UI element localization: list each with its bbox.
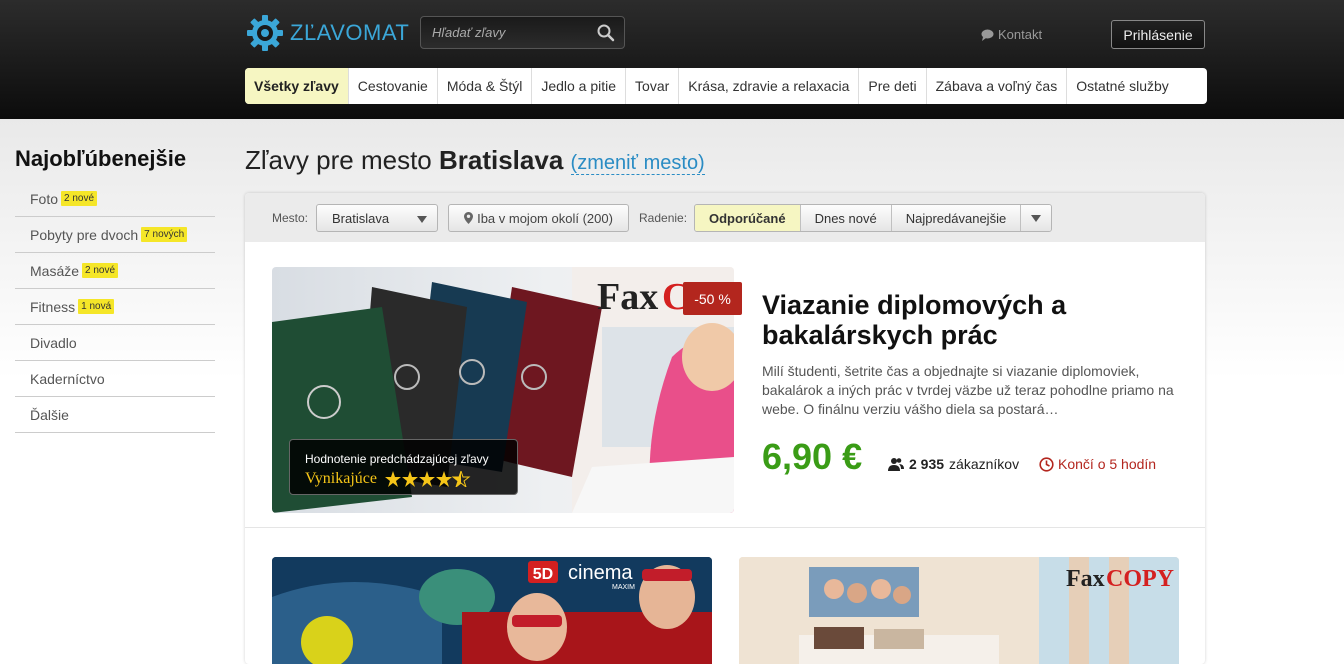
new-count-badge: 2 nové bbox=[61, 191, 98, 206]
nearby-filter-label: Iba v mojom okolí (200) bbox=[477, 210, 613, 226]
sidebar-item-kadernictvo[interactable]: Kaderníctvo bbox=[15, 361, 215, 397]
deal-countdown: Končí o 5 hodín bbox=[1039, 456, 1156, 472]
cinema-logo-text: cinema bbox=[568, 562, 633, 584]
sidebar-item-foto[interactable]: Foto 2 nové bbox=[15, 181, 215, 217]
nav-item-fashion[interactable]: Móda & Štýl bbox=[438, 68, 533, 104]
logo-text: ZĽAVOMAT bbox=[290, 20, 410, 45]
photo-print-illustration: Fax COPY bbox=[739, 557, 1179, 664]
contact-label: Kontakt bbox=[998, 27, 1043, 42]
cinema-deal-illustration: 5D cinema MAXIM bbox=[272, 557, 712, 664]
sidebar-title: Najobľúbenejšie bbox=[15, 146, 187, 171]
nav-item-all[interactable]: Všetky zľavy bbox=[245, 68, 349, 104]
deal-card-cinema[interactable]: 5D cinema MAXIM bbox=[272, 557, 712, 664]
sidebar-item-label: Divadlo bbox=[30, 334, 77, 351]
cinema-logo-5d: 5D bbox=[533, 566, 553, 583]
login-button[interactable]: Prihlásenie bbox=[1111, 20, 1205, 49]
rating-label: Vynikajúce bbox=[305, 470, 377, 487]
city-filter-label: Mesto: bbox=[272, 211, 309, 225]
sort-recommended[interactable]: Odporúčané bbox=[695, 205, 801, 231]
category-nav: Všetky zľavy Cestovanie Móda & Štýl Jedl… bbox=[245, 68, 1207, 104]
sidebar-item-label: Fitness bbox=[30, 298, 76, 315]
chevron-down-icon bbox=[417, 216, 427, 223]
new-count-badge: 2 nové bbox=[82, 263, 119, 278]
sidebar-item-label: Ďalšie bbox=[30, 406, 69, 423]
page-title-prefix: Zľavy pre mesto bbox=[245, 145, 432, 175]
clock-icon bbox=[1039, 456, 1054, 472]
page-title-city: Bratislava bbox=[438, 145, 564, 175]
faxcopy-logo-fax: Fax bbox=[1066, 566, 1105, 592]
customers-count: 2 935 zákazníkov bbox=[888, 456, 1019, 472]
nav-item-food[interactable]: Jedlo a pitie bbox=[532, 68, 627, 104]
location-pin-icon bbox=[464, 212, 474, 224]
sidebar-item-label: Foto bbox=[30, 190, 59, 207]
sort-more-dropdown[interactable] bbox=[1021, 205, 1052, 231]
search-input[interactable] bbox=[421, 17, 591, 48]
nav-item-goods[interactable]: Tovar bbox=[626, 68, 680, 104]
search-icon[interactable] bbox=[596, 23, 616, 43]
users-icon bbox=[888, 458, 904, 471]
rating-box: Hodnotenie predchádzajúcej zľavy Vynikaj… bbox=[289, 439, 518, 495]
deal-description: Milí študenti, šetrite čas a objednajte … bbox=[762, 363, 1174, 417]
divider bbox=[245, 527, 1205, 528]
sort-label: Radenie: bbox=[639, 211, 688, 225]
discount-badge: -50 % bbox=[683, 282, 742, 315]
site-logo[interactable]: ZĽAVOMAT bbox=[246, 14, 409, 52]
deal-title[interactable]: Viazanie diplomových a bakalárskych prác bbox=[762, 290, 1162, 350]
sort-bestselling[interactable]: Najpredávanejšie bbox=[891, 205, 1022, 231]
change-city-link[interactable]: (zmeniť mesto) bbox=[570, 152, 705, 175]
new-count-badge: 7 nových bbox=[141, 227, 188, 242]
new-count-badge: 1 nová bbox=[78, 299, 115, 314]
countdown-label: Končí o 5 hodín bbox=[1058, 456, 1157, 472]
nearby-filter-button[interactable]: Iba v mojom okolí (200) bbox=[448, 204, 629, 232]
nav-item-entertainment[interactable]: Zábava a voľný čas bbox=[927, 68, 1068, 104]
deal-price: 6,90 € bbox=[762, 436, 863, 477]
sort-button-group: Odporúčané Dnes nové Najpredávanejšie bbox=[694, 204, 1053, 232]
sidebar-item-label: Pobyty pre dvoch bbox=[30, 226, 139, 243]
gear-logo-icon bbox=[247, 15, 283, 51]
faxcopy-logo-copy: COPY bbox=[1106, 566, 1174, 592]
nav-item-beauty[interactable]: Krása, zdravie a relaxacia bbox=[679, 68, 860, 104]
city-select-value: Bratislava bbox=[332, 210, 390, 226]
rating-summary: Vynikajúce bbox=[305, 470, 502, 488]
page-title: Zľavy pre mesto Bratislava (zmeniť mesto… bbox=[245, 145, 705, 176]
svg-text:Fax: Fax bbox=[597, 276, 658, 318]
sidebar-item-dalsie[interactable]: Ďalšie bbox=[15, 397, 215, 433]
sidebar-item-pobyty[interactable]: Pobyty pre dvoch 7 nových bbox=[15, 217, 215, 253]
sidebar-item-masaze[interactable]: Masáže 2 nové bbox=[15, 253, 215, 289]
deal-card-photo-print[interactable]: Fax COPY bbox=[739, 557, 1179, 664]
site-header: ZĽAVOMAT Kontakt Prihlásenie Všetky zľav… bbox=[0, 0, 1344, 119]
nav-item-kids[interactable]: Pre deti bbox=[859, 68, 927, 104]
filter-bar: Mesto: Bratislava Iba v mojom okolí (200… bbox=[245, 193, 1205, 242]
rating-title: Hodnotenie predchádzajúcej zľavy bbox=[305, 452, 489, 466]
search-box bbox=[420, 16, 625, 49]
cinema-logo-sub: MAXIM bbox=[612, 584, 635, 591]
sidebar-item-fitness[interactable]: Fitness 1 nová bbox=[15, 289, 215, 325]
city-select[interactable]: Bratislava bbox=[316, 204, 438, 232]
sort-new-today[interactable]: Dnes nové bbox=[800, 205, 892, 231]
chat-bubble-icon bbox=[981, 29, 994, 41]
chevron-down-icon bbox=[1031, 214, 1042, 222]
sidebar: Najobľúbenejšie Foto 2 nové Pobyty pre d… bbox=[15, 146, 215, 433]
sidebar-item-divadlo[interactable]: Divadlo bbox=[15, 325, 215, 361]
customers-label: zákazníkov bbox=[949, 456, 1020, 472]
customers-number: 2 935 bbox=[909, 456, 945, 472]
contact-link[interactable]: Kontakt bbox=[981, 27, 1042, 42]
nav-item-other[interactable]: Ostatné služby bbox=[1067, 68, 1178, 104]
sidebar-item-label: Masáže bbox=[30, 262, 80, 279]
sidebar-item-label: Kaderníctvo bbox=[30, 370, 105, 387]
star-rating-icon bbox=[384, 471, 471, 487]
nav-item-travel[interactable]: Cestovanie bbox=[349, 68, 438, 104]
